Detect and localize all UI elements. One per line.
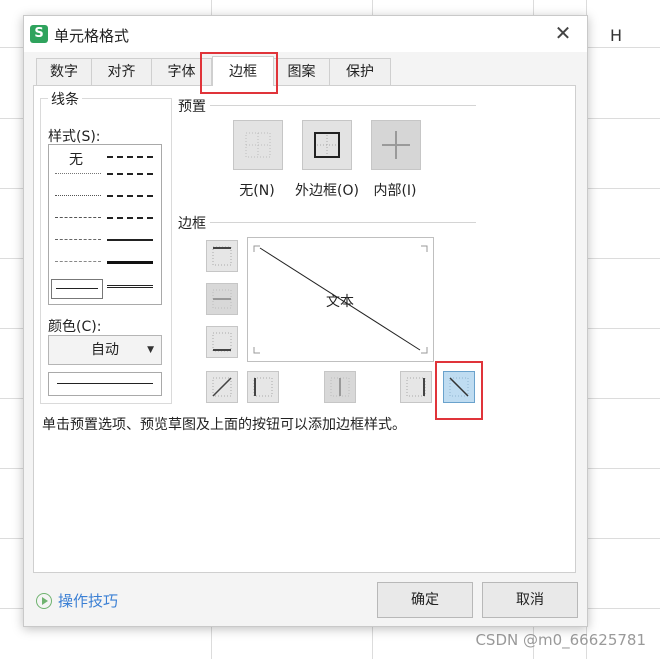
border-diagonal-up-button[interactable]: [206, 371, 238, 403]
ok-button[interactable]: 确定: [377, 582, 473, 618]
border-left-icon: [253, 377, 273, 397]
line-style-thin-selected[interactable]: [51, 279, 103, 299]
border-title: 边框: [178, 216, 206, 232]
hint-text: 单击预置选项、预览草图及上面的按钮可以添加边框样式。: [42, 417, 406, 433]
border-tab-panel: 线条 样式(S): 无 颜色(C): 自动 ▼ 预置 无(N) 外边框(O) 内…: [33, 85, 576, 573]
preset-outline-label: 外边框(O): [295, 183, 359, 199]
line-style-none[interactable]: 无: [69, 149, 83, 169]
line-style-medium-dash-dot-dot[interactable]: [107, 156, 153, 158]
line-style-dash-dot[interactable]: [55, 239, 101, 240]
tab-protection[interactable]: 保护: [329, 58, 391, 86]
border-right-button[interactable]: [400, 371, 432, 403]
diagonal-up-icon: [212, 377, 232, 397]
border-divider: [210, 222, 476, 223]
border-preview[interactable]: 文本: [247, 237, 434, 362]
tips-link[interactable]: 操作技巧: [36, 590, 118, 611]
line-style-dashed[interactable]: [55, 261, 101, 262]
border-bottom-button[interactable]: [206, 326, 238, 358]
preset-inside-button[interactable]: [371, 120, 421, 170]
preset-outline-button[interactable]: [302, 120, 352, 170]
border-bottom-icon: [212, 332, 232, 352]
line-style-hair[interactable]: [55, 173, 101, 174]
play-icon: [36, 593, 52, 609]
presets-divider: [210, 105, 476, 106]
tab-pattern[interactable]: 图案: [273, 58, 330, 86]
presets-title: 预置: [178, 99, 206, 115]
line-style-medium[interactable]: [107, 239, 153, 241]
line-style-thick[interactable]: [107, 261, 153, 264]
line-style-list[interactable]: 无: [48, 144, 162, 305]
line-style-double[interactable]: [107, 285, 153, 288]
border-inner-vertical-icon: [330, 377, 350, 397]
color-value: 自动: [91, 342, 119, 358]
cancel-button[interactable]: 取消: [482, 582, 578, 618]
color-label: 颜色(C):: [48, 319, 102, 335]
preset-inside-icon: [382, 131, 410, 159]
border-left-button[interactable]: [247, 371, 279, 403]
cell-format-dialog: S 单元格格式 ✕ 数字 对齐 字体 边框 图案 保护 线条 样式(S): 无: [23, 15, 588, 627]
tab-number[interactable]: 数字: [36, 58, 92, 86]
watermark: CSDN @m0_66625781: [475, 631, 646, 649]
line-style-slant-dash-dot[interactable]: [107, 173, 153, 175]
preset-none-label: 无(N): [239, 183, 275, 199]
preset-outline-icon: [314, 132, 340, 158]
preview-text: 文本: [326, 294, 354, 310]
diagonal-highlight-box: [435, 361, 483, 420]
border-inner-vertical-button[interactable]: [324, 371, 356, 403]
line-style-dotted[interactable]: [55, 195, 101, 196]
preset-none-icon: [245, 132, 271, 158]
title-bar: S 单元格格式 ✕: [24, 16, 587, 52]
line-style-dash-dot-dot[interactable]: [55, 217, 101, 218]
border-inner-horizontal-button[interactable]: [206, 283, 238, 315]
style-label: 样式(S):: [48, 129, 101, 145]
line-sample-preview: [48, 372, 162, 396]
border-inner-horizontal-icon: [212, 289, 232, 309]
column-header-h[interactable]: H: [610, 26, 622, 45]
tab-alignment[interactable]: 对齐: [91, 58, 152, 86]
line-group-title: 线条: [48, 89, 82, 109]
tips-label: 操作技巧: [58, 592, 119, 610]
line-style-medium-dashed[interactable]: [107, 217, 153, 219]
preset-none-button[interactable]: [233, 120, 283, 170]
border-top-button[interactable]: [206, 240, 238, 272]
border-right-icon: [406, 377, 426, 397]
chevron-down-icon: ▼: [147, 345, 154, 355]
border-top-icon: [212, 246, 232, 266]
close-icon[interactable]: ✕: [551, 21, 575, 45]
preset-inside-label: 内部(I): [373, 183, 417, 199]
color-dropdown[interactable]: 自动 ▼: [48, 335, 162, 365]
app-logo-icon: S: [30, 25, 48, 43]
dialog-title: 单元格格式: [54, 27, 130, 45]
tab-highlight-box: [200, 52, 278, 94]
line-style-medium-dash-dot[interactable]: [107, 195, 153, 197]
